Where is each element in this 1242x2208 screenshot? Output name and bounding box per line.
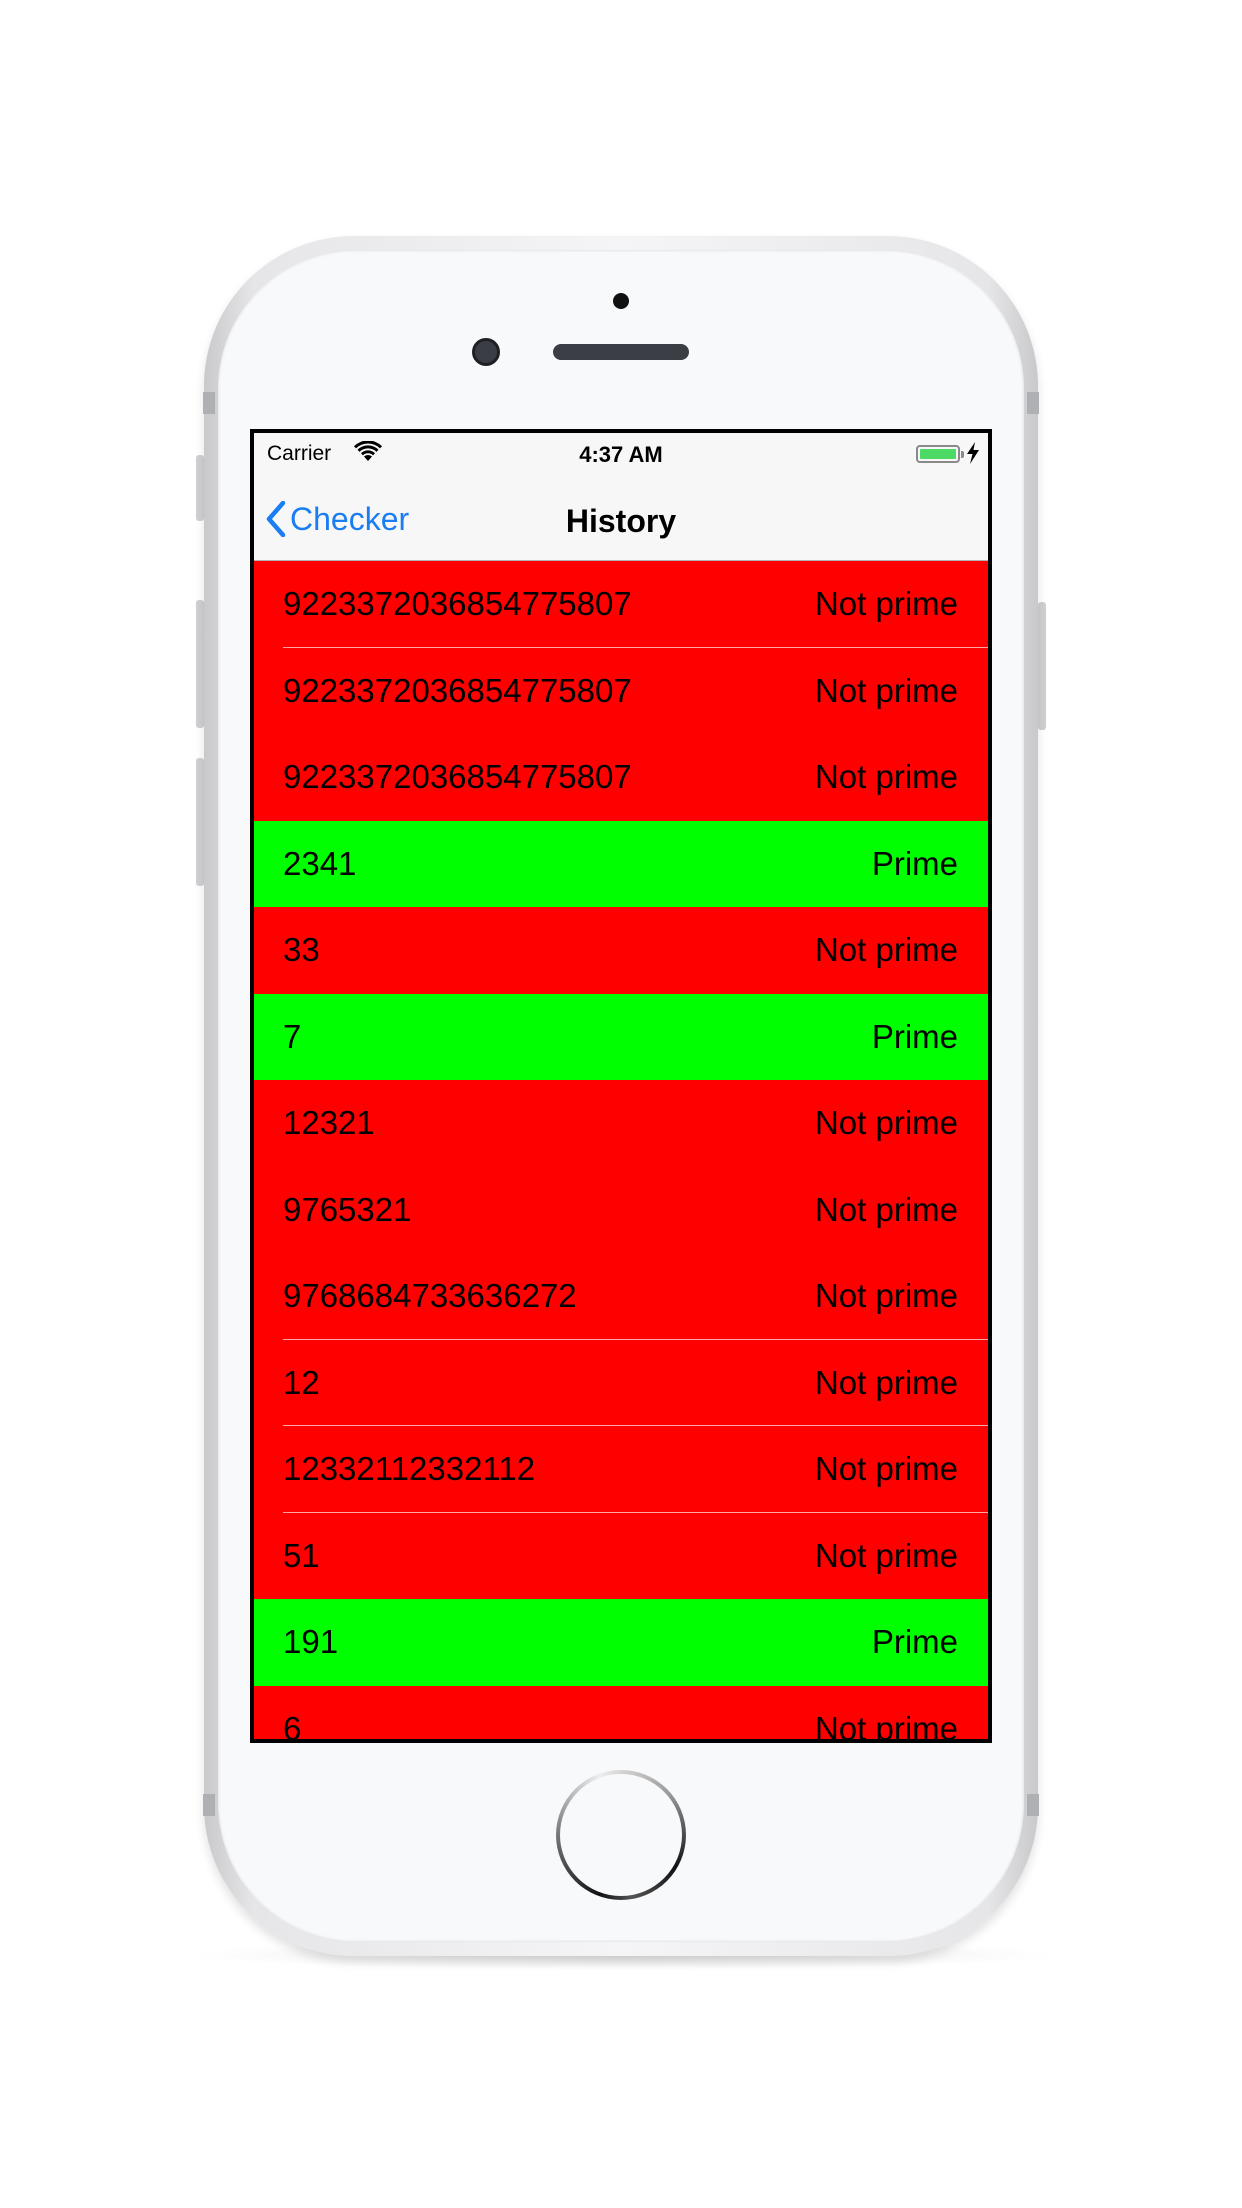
- history-row[interactable]: 51 Not prime: [254, 1512, 988, 1599]
- history-result: Prime: [871, 1623, 958, 1660]
- history-number: 9223372036854775807: [283, 758, 632, 795]
- bolt-icon: [966, 442, 980, 466]
- antenna-band: [203, 392, 215, 414]
- history-number: 51: [283, 1536, 320, 1574]
- history-row[interactable]: 9223372036854775807 Not prime: [254, 647, 988, 734]
- history-number: 12332112332112: [283, 1450, 536, 1487]
- status-bar: Carrier 4:37 AM: [254, 433, 988, 473]
- status-time: 4:37 AM: [579, 442, 663, 467]
- antenna-band: [1027, 392, 1039, 414]
- history-result: Not prime: [814, 1450, 958, 1487]
- phone-screen: Carrier 4:37 AM Checker History 92233720…: [250, 429, 992, 1743]
- history-row[interactable]: 9223372036854775807 Not prime: [254, 734, 988, 821]
- history-result: Not prime: [814, 1536, 958, 1574]
- antenna-band: [203, 1794, 215, 1816]
- history-number: 9768684733636272: [283, 1277, 577, 1314]
- history-number: 2341: [283, 844, 357, 882]
- history-row[interactable]: 6 Not prime: [254, 1685, 988, 1740]
- volume-up-button: [196, 600, 204, 728]
- history-result: Not prime: [814, 758, 958, 795]
- history-result: Not prime: [814, 931, 958, 968]
- history-result: Prime: [871, 844, 958, 882]
- history-result: Not prime: [814, 585, 958, 622]
- history-row[interactable]: 12 Not prime: [254, 1339, 988, 1426]
- home-button[interactable]: [556, 1770, 686, 1900]
- history-list[interactable]: 9223372036854775807 Not prime 922337203685…: [254, 561, 988, 1739]
- history-result: Not prime: [814, 1363, 958, 1401]
- history-row[interactable]: 191 Prime: [254, 1599, 988, 1686]
- history-number: 9765321: [283, 1190, 412, 1228]
- history-row[interactable]: 9768684733636272 Not prime: [254, 1253, 988, 1340]
- history-result: Not prime: [814, 1709, 958, 1740]
- history-number: 9223372036854775807: [283, 671, 632, 709]
- page: Carrier 4:37 AM Checker History 92233720…: [0, 0, 1242, 2208]
- volume-down-button: [196, 758, 204, 886]
- antenna-band: [1027, 1794, 1039, 1816]
- earpiece-speaker: [553, 344, 689, 360]
- history-number: 12: [283, 1363, 320, 1401]
- navigation-bar: Checker History: [254, 473, 988, 561]
- history-row[interactable]: 33 Not prime: [254, 907, 988, 994]
- history-row[interactable]: 2341 Prime: [254, 820, 988, 907]
- front-camera: [472, 338, 500, 366]
- history-number: 12321: [283, 1104, 375, 1141]
- history-number: 191: [283, 1623, 339, 1660]
- history-number: 6: [283, 1709, 302, 1740]
- history-number: 33: [283, 931, 320, 968]
- mute-switch: [196, 455, 204, 521]
- history-result: Not prime: [814, 1277, 958, 1314]
- power-button: [1038, 602, 1046, 730]
- history-number: 9223372036854775807: [283, 585, 632, 622]
- history-row[interactable]: 7 Prime: [254, 993, 988, 1080]
- history-result: Prime: [871, 1017, 958, 1055]
- history-result: Not prime: [814, 671, 958, 709]
- history-row[interactable]: 12332112332112 Not prime: [254, 1426, 988, 1513]
- battery-icon: [916, 445, 964, 463]
- history-number: 7: [283, 1017, 302, 1055]
- history-row[interactable]: 12321 Not prime: [254, 1080, 988, 1167]
- proximity-sensor: [613, 293, 629, 309]
- history-result: Not prime: [814, 1104, 958, 1141]
- history-result: Not prime: [814, 1190, 958, 1228]
- history-row[interactable]: 9223372036854775807 Not prime: [254, 561, 988, 648]
- page-title: History: [565, 503, 677, 539]
- history-row[interactable]: 9765321 Not prime: [254, 1166, 988, 1253]
